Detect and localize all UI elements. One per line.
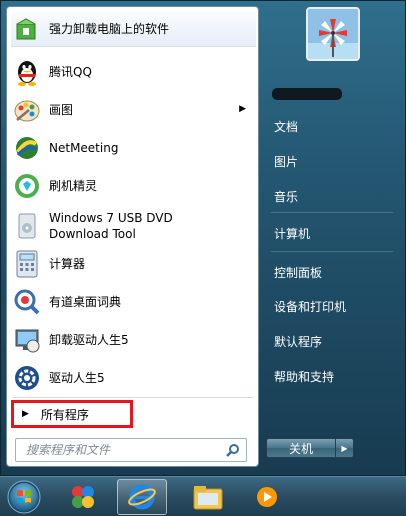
start-menu: 强力卸载电脑上的软件 腾讯QQ 画图 ▶ NetMeeting 刷机精灵 Win… [0, 0, 406, 476]
search-input[interactable] [24, 442, 223, 458]
netmeeting-icon [11, 132, 43, 164]
colorful-balls-icon [72, 486, 94, 508]
right-item-label: 设备和打印机 [274, 299, 347, 314]
program-label: 强力卸载电脑上的软件 [49, 21, 170, 36]
right-item-label: 默认程序 [274, 334, 323, 349]
program-label: Windows 7 USB DVD Download Tool [49, 210, 173, 242]
right-item-documents[interactable]: 文档 [267, 111, 399, 141]
separator [271, 212, 393, 213]
right-item-label: 控制面板 [274, 265, 323, 280]
flash-tool-icon [11, 170, 43, 202]
right-item-label: 音乐 [274, 189, 299, 204]
right-item-control-panel[interactable]: 控制面板 [267, 257, 399, 287]
taskbar [0, 476, 406, 516]
program-item-flash-tool[interactable]: 刷机精灵 [11, 168, 256, 204]
right-item-help-support[interactable]: 帮助和支持 [267, 361, 399, 391]
search-icon[interactable] [223, 440, 243, 460]
paint-icon [11, 94, 43, 126]
program-item-paint[interactable]: 画图 ▶ [11, 92, 256, 128]
usb-dvd-tool-icon [11, 210, 43, 242]
right-item-devices-printers[interactable]: 设备和打印机 [267, 291, 399, 321]
program-label: 计算器 [49, 257, 86, 271]
submenu-arrow-icon: ▶ [239, 104, 246, 114]
internet-explorer-icon [128, 484, 156, 510]
separator [13, 397, 253, 398]
driver-life-icon [11, 362, 43, 394]
windows-logo-icon [7, 480, 41, 514]
user-avatar[interactable] [306, 7, 360, 61]
right-item-label: 计算机 [274, 226, 311, 241]
program-item-qq[interactable]: 腾讯QQ [11, 54, 256, 90]
right-item-label: 文档 [274, 119, 299, 134]
all-programs-button[interactable]: ▶ 所有程序 [11, 400, 133, 428]
right-item-pictures[interactable]: 图片 [267, 146, 399, 176]
calculator-icon [11, 248, 43, 280]
shutdown-button[interactable]: 关机 [266, 438, 336, 458]
right-item-label: 帮助和支持 [274, 369, 335, 384]
program-item-uninstall-software[interactable]: 强力卸载电脑上的软件 [11, 11, 256, 47]
shutdown-options-arrow-icon[interactable]: ▶ [336, 438, 354, 458]
program-item-netmeeting[interactable]: NetMeeting [11, 130, 256, 166]
taskbar-media-button[interactable] [252, 479, 282, 515]
right-item-computer[interactable]: 计算机 [267, 218, 399, 248]
program-label: NetMeeting [49, 141, 119, 155]
program-label: 卸载驱动人生5 [49, 333, 129, 347]
right-item-default-programs[interactable]: 默认程序 [267, 326, 399, 356]
program-label-line1: Windows 7 USB DVD [49, 211, 173, 225]
start-orb-button[interactable] [4, 479, 44, 515]
taskbar-app-360-button[interactable] [64, 479, 102, 515]
separator [271, 251, 393, 252]
programs-pane: 强力卸载电脑上的软件 腾讯QQ 画图 ▶ NetMeeting 刷机精灵 Win… [6, 6, 259, 467]
expand-arrow-icon: ▶ [22, 409, 29, 419]
play-icon [257, 487, 277, 507]
taskbar-ie-button[interactable] [117, 479, 167, 515]
right-item-label: 图片 [274, 154, 299, 169]
taskbar-explorer-button[interactable] [186, 479, 230, 515]
program-item-calculator[interactable]: 计算器 [11, 246, 256, 282]
folder-icon [193, 486, 223, 510]
youdao-dict-icon [11, 286, 43, 318]
uninstall-icon [11, 13, 43, 45]
all-programs-label: 所有程序 [40, 407, 89, 422]
qq-penguin-icon [11, 56, 43, 88]
program-label: 驱动人生5 [49, 371, 105, 385]
user-name-redacted[interactable] [272, 88, 342, 100]
program-item-uninstall-driver[interactable]: 卸载驱动人生5 [11, 322, 256, 358]
search-box[interactable] [15, 438, 247, 462]
program-item-driver-life[interactable]: 驱动人生5 [11, 360, 256, 396]
right-item-music[interactable]: 音乐 [267, 181, 399, 211]
uninstall-driver-icon [11, 324, 43, 356]
program-label: 刷机精灵 [49, 179, 98, 193]
program-label: 腾讯QQ [49, 65, 92, 79]
program-item-youdao-dict[interactable]: 有道桌面词典 [11, 284, 256, 320]
program-label: 有道桌面词典 [49, 295, 122, 309]
program-label: 画图 [49, 103, 74, 117]
shutdown-group: 关机 ▶ [266, 438, 356, 458]
program-item-usb-dvd-tool[interactable]: Windows 7 USB DVD Download Tool [11, 206, 256, 246]
program-label-line2: Download Tool [49, 227, 136, 241]
